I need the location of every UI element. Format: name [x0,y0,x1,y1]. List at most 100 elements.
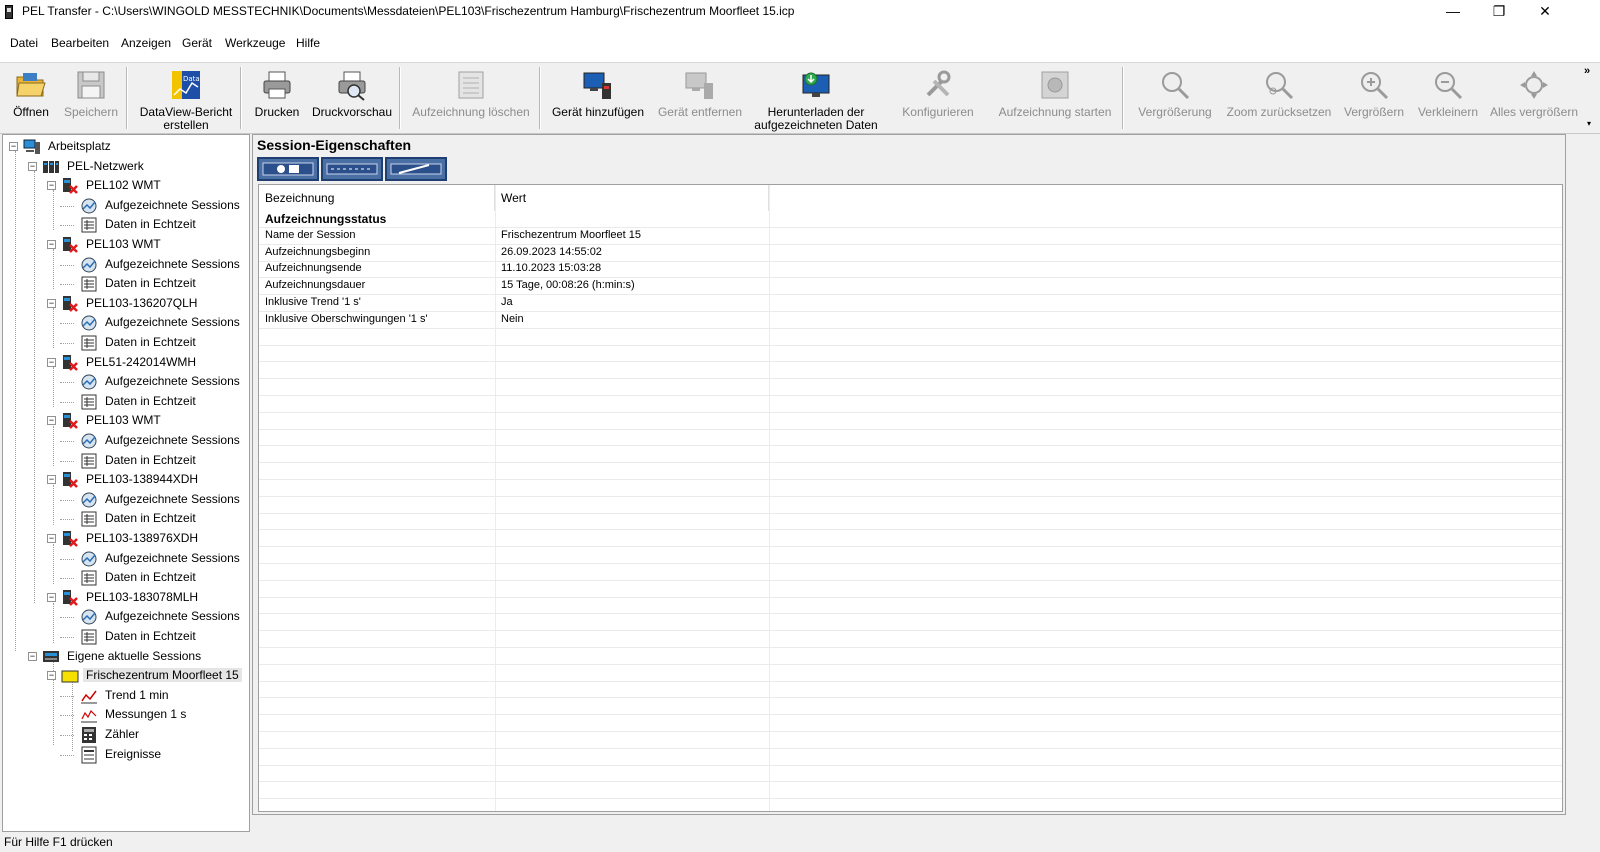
realtime-table-icon [81,511,97,527]
save-button[interactable]: Speichern [62,65,120,131]
column-header-wert[interactable]: Wert [495,185,769,211]
tree-line [60,402,74,403]
tree-collapse-toggle[interactable]: − [28,162,37,171]
view-tab-overview[interactable] [257,157,319,181]
view-tab-list[interactable] [321,157,383,181]
tree-collapse-toggle[interactable]: − [47,181,56,190]
toolbar-separator [240,67,242,129]
properties-table: Bezeichnung Wert Aufzeichnungsstatus Name… [258,184,1563,812]
start-recording-button[interactable]: Aufzeichnung starten [990,65,1120,131]
tree-collapse-toggle[interactable]: − [47,358,56,367]
tree-collapse-toggle[interactable]: − [47,475,56,484]
session-folder-icon [61,670,79,683]
print-preview-button[interactable]: Druckvorschau [310,65,394,131]
tree-item-label: Daten in Echtzeit [105,335,196,349]
tree-collapse-toggle[interactable]: − [47,416,56,425]
tree-line [60,735,74,736]
add-device-label: Gerät hinzufügen [551,105,645,119]
measurement-chart-icon [81,707,97,723]
tree-line [60,461,74,462]
menu-werkzeuge[interactable]: Werkzeuge [225,36,285,50]
add-device-button[interactable]: Gerät hinzufügen [546,65,650,131]
download-data-button[interactable]: Herunterladen der aufgezeichneten Daten [754,65,878,132]
empty-table-row [259,396,1562,413]
tree-item-label: Daten in Echtzeit [105,570,196,584]
empty-table-row [259,429,1562,446]
delete-recording-button[interactable]: Aufzeichnung löschen [406,65,536,131]
tree-item-label: Frischezentrum Moorfleet 15 [83,668,242,682]
magnifier-icon [1162,72,1190,100]
table-section-row: Aufzeichnungsstatus [259,211,1562,228]
table-row[interactable]: Aufzeichnungsdauer 15 Tage, 00:08:26 (h:m… [259,278,1562,295]
close-button[interactable]: ✕ [1522,0,1568,24]
tree-view: − Arbeitsplatz − PEL-Netzwerk − PEL102 WMT Auf… [2,134,250,832]
print-preview-label: Druckvorschau [311,105,393,119]
tree-line [53,426,54,466]
tree-line [60,500,74,501]
tree-line [60,382,74,383]
tree-line [60,343,74,344]
tree-item-label: Daten in Echtzeit [105,453,196,467]
menu-datei[interactable]: Datei [10,36,38,50]
tree-line [60,715,74,716]
configure-button[interactable]: Konfigurieren [890,65,986,131]
minimize-button[interactable]: — [1430,0,1476,24]
tree-collapse-toggle[interactable]: − [47,299,56,308]
zoom-in-label: Vergrößern [1343,105,1405,119]
tree-line [60,441,74,442]
zoom-out-button[interactable]: Verkleinern [1412,65,1484,131]
table-row[interactable]: Name der Session Frischezentrum Moorfleet… [259,228,1562,245]
table-row[interactable]: Inklusive Trend '1 s' Ja [259,295,1562,312]
tree-item-label: Zähler [105,727,140,741]
menu-hilfe[interactable]: Hilfe [296,36,320,50]
dataview-report-button[interactable]: Data DataView-Bericht erstellen [134,65,238,132]
toolbar-dropdown-icon[interactable]: ▾ [1587,119,1591,128]
toolbar-overflow-icon[interactable]: » [1584,65,1598,77]
table-row[interactable]: Aufzeichnungsbeginn 26.09.2023 14:55:02 [259,245,1562,262]
tree-line [60,617,74,618]
zoom-all-button[interactable]: Alles vergrößern [1488,65,1580,131]
magnify-label: Vergrößerung [1138,105,1212,119]
view-tab-edit[interactable] [385,157,447,181]
configure-label: Konfigurieren [902,105,974,119]
toolbar-separator [126,67,128,129]
tree-collapse-toggle[interactable]: − [47,240,56,249]
tree-collapse-toggle[interactable]: − [47,534,56,543]
recorded-sessions-icon [81,492,97,508]
column-header-bezeichnung[interactable]: Bezeichnung [259,185,495,211]
menu-geraet[interactable]: Gerät [182,36,212,50]
table-row[interactable]: Aufzeichnungsende 11.10.2023 15:03:28 [259,261,1562,278]
remove-device-button[interactable]: Gerät entfernen [652,65,748,131]
tree-collapse-toggle[interactable]: − [47,593,56,602]
tree-item-label: Aufgezeichnete Sessions [105,198,240,212]
property-name: Inklusive Trend '1 s' [265,296,361,308]
edit-view-icon [390,163,442,175]
tree-line [53,190,54,230]
open-label: Öffnen [13,105,49,119]
print-button[interactable]: Drucken [246,65,308,131]
menu-anzeigen[interactable]: Anzeigen [121,36,171,50]
table-row[interactable]: Inklusive Oberschwingungen '1 s' Nein [259,312,1562,329]
maximize-button[interactable]: ❐ [1476,0,1522,24]
empty-table-row [259,530,1562,547]
tree-line [60,323,74,324]
recorded-sessions-icon [81,433,97,449]
tree-item-label: PEL103-138976XDH [86,531,199,545]
empty-table-row [259,329,1562,346]
empty-table-row [259,681,1562,698]
empty-table-row [259,581,1562,598]
device-error-icon [63,590,78,606]
empty-table-row [259,463,1562,480]
tree-collapse-toggle[interactable]: − [9,142,18,151]
tree-collapse-toggle[interactable]: − [47,671,56,680]
zoom-reset-icon [1266,72,1294,100]
zoom-in-button[interactable]: Vergrößern [1338,65,1410,131]
open-button[interactable]: Öffnen [2,65,60,131]
magnify-button[interactable]: Vergrößerung [1130,65,1220,131]
tree-line [60,284,74,285]
menu-bearbeiten[interactable]: Bearbeiten [51,36,109,50]
zoom-reset-button[interactable]: Zoom zurücksetzen [1224,65,1334,131]
remove-device-icon [685,72,713,99]
panel-title: Session-Eigenschaften [257,137,412,153]
tree-collapse-toggle[interactable]: − [28,652,37,661]
